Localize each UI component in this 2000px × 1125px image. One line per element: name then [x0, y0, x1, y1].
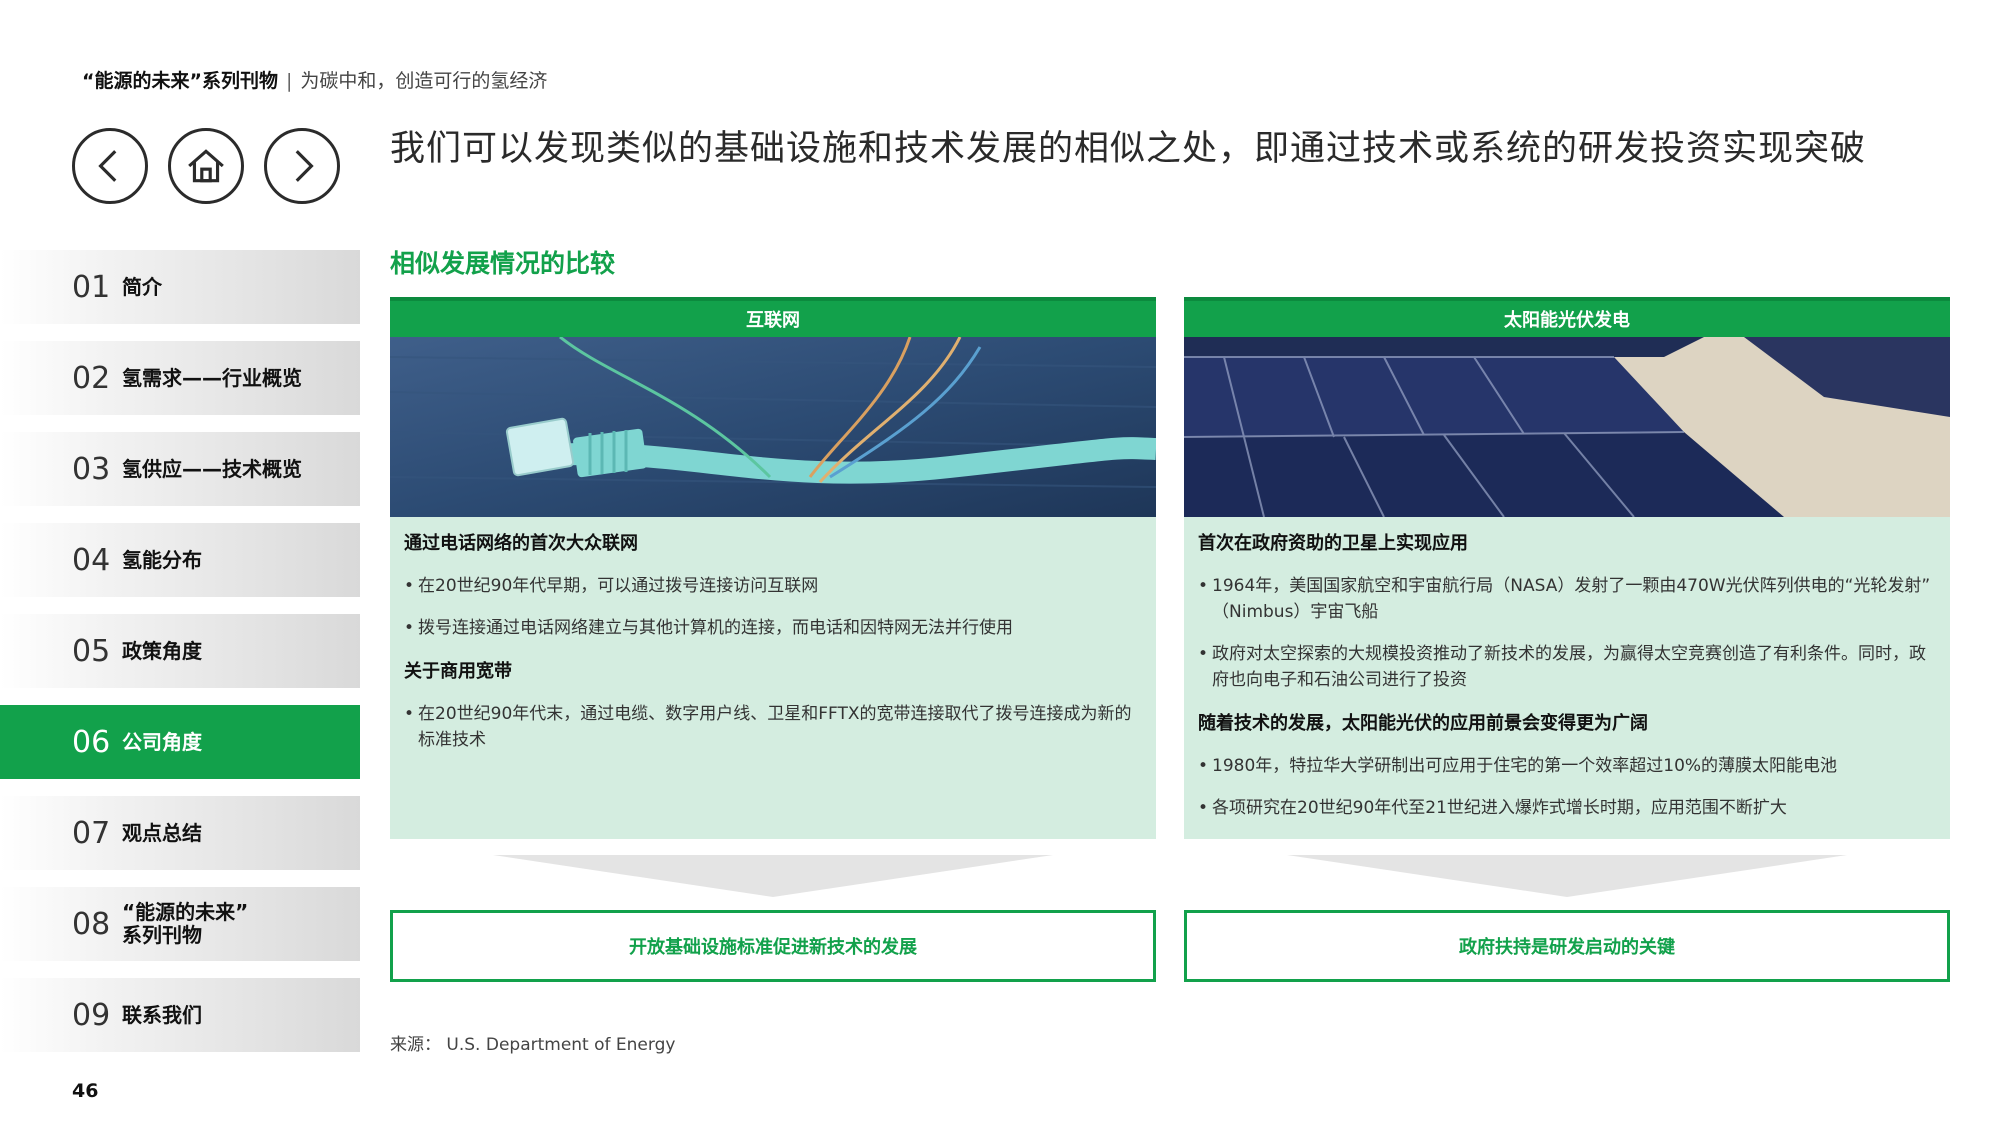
- back-button[interactable]: [72, 128, 148, 204]
- comparison-column-internet: 互联网 通过电话网络的首次大众联网 • 在20世纪90年代早期，可以通过拨号连接…: [390, 297, 1156, 839]
- sidebar-item-label: 氢需求——行业概览: [122, 365, 302, 390]
- sidebar-item-label: 简介: [122, 274, 162, 299]
- sidebar-item-intro[interactable]: 01 简介: [0, 250, 360, 324]
- sidebar-item-number: 09: [72, 997, 111, 1033]
- sidebar-item-demand[interactable]: 02 氢需求——行业概览: [0, 341, 360, 415]
- down-arrow-shape: [1287, 855, 1847, 897]
- sidebar-item-label: 联系我们: [122, 1002, 202, 1027]
- conclusion-box: 开放基础设施标准促进新技术的发展: [390, 910, 1156, 982]
- list-item: 各项研究在20世纪90年代至21世纪进入爆炸式增长时期，应用范围不断扩大: [1198, 795, 1936, 821]
- comparison-column-solar: 太阳能光伏发电 首次在政府资助的卫星上实现应用 1964年，美国国家航空和宇宙航…: [1184, 297, 1950, 839]
- column-title: 互联网: [390, 297, 1156, 337]
- sidebar-item-number: 03: [72, 451, 111, 487]
- sidebar-item-number: 08: [72, 906, 111, 942]
- sidebar-item-label-line2: 系列刊物: [122, 923, 202, 947]
- sidebar-item-number: 06: [72, 724, 111, 760]
- column-body: 通过电话网络的首次大众联网 在20世纪90年代早期，可以通过拨号连接访问互联网 …: [390, 517, 1156, 839]
- sidebar-item-label: 政策角度: [122, 638, 202, 663]
- list-item: 1980年，特拉华大学研制出可应用于住宅的第一个效率超过10%的薄膜太阳能电池: [1198, 753, 1936, 779]
- sidebar-item-number: 02: [72, 360, 111, 396]
- series-name: “能源的未来”系列刊物: [82, 70, 278, 92]
- sidebar-item-label: 氢能分布: [122, 547, 202, 572]
- sidebar-item-number: 01: [72, 269, 111, 305]
- title-separator: |: [285, 70, 293, 92]
- series-subtitle: 为碳中和，创造可行的氢经济: [300, 70, 548, 92]
- down-arrow-shape: [493, 855, 1053, 897]
- sidebar-item-company[interactable]: 06 公司角度: [0, 705, 360, 779]
- home-button[interactable]: [168, 128, 244, 204]
- list-item: 政府对太空探索的大规模投资推动了新技术的发展，为赢得太空竞赛创造了有利条件。同时…: [1198, 641, 1936, 693]
- sidebar-item-label: 公司角度: [122, 729, 202, 754]
- list-item: 在20世纪90年代末，通过电缆、数字用户线、卫星和FFTX的宽带连接取代了拨号连…: [404, 701, 1142, 753]
- sidebar-item-summary[interactable]: 07 观点总结: [0, 796, 360, 870]
- ethernet-cable-photo: [390, 337, 1156, 517]
- column-heading: 通过电话网络的首次大众联网: [404, 533, 638, 554]
- sidebar-item-number: 07: [72, 815, 111, 851]
- sidebar-item-supply[interactable]: 03 氢供应——技术概览: [0, 432, 360, 506]
- column-heading: 关于商用宽带: [404, 661, 512, 682]
- sidebar-item-label-line1: “能源的未来”: [122, 900, 249, 924]
- sidebar-item-number: 04: [72, 542, 111, 578]
- source-note: 来源： U.S. Department of Energy: [390, 1035, 676, 1055]
- column-title: 太阳能光伏发电: [1184, 297, 1950, 337]
- sidebar-item-policy[interactable]: 05 政策角度: [0, 614, 360, 688]
- chevron-left-icon: [98, 150, 117, 182]
- sidebar-item-label: “能源的未来” 系列刊物: [122, 901, 248, 947]
- list-item: 1964年，美国国家航空和宇宙航行局（NASA）发射了一颗由470W光伏阵列供电…: [1198, 573, 1936, 625]
- column-body: 首次在政府资助的卫星上实现应用 1964年，美国国家航空和宇宙航行局（NASA）…: [1184, 517, 1950, 839]
- column-heading: 随着技术的发展，太阳能光伏的应用前景会变得更为广阔: [1198, 713, 1648, 734]
- sidebar-item-distribution[interactable]: 04 氢能分布: [0, 523, 360, 597]
- list-item: 在20世纪90年代早期，可以通过拨号连接访问互联网: [404, 573, 1142, 599]
- solar-panels-photo: [1184, 337, 1950, 517]
- sidebar-item-number: 05: [72, 633, 111, 669]
- chevron-right-icon: [295, 150, 314, 182]
- conclusion-box: 政府扶持是研发启动的关键: [1184, 910, 1950, 982]
- home-icon: [188, 149, 224, 183]
- list-item: 拨号连接通过电话网络建立与其他计算机的连接，而电话和因特网无法并行使用: [404, 615, 1142, 641]
- forward-button[interactable]: [264, 128, 340, 204]
- sidebar-item-label: 氢供应——技术概览: [122, 456, 302, 481]
- series-title: “能源的未来”系列刊物 | 为碳中和，创造可行的氢经济: [82, 66, 547, 93]
- sidebar-item-series[interactable]: 08 “能源的未来” 系列刊物: [0, 887, 360, 961]
- section-title: 相似发展情况的比较: [390, 249, 616, 278]
- page-number: 46: [72, 1080, 99, 1102]
- column-heading: 首次在政府资助的卫星上实现应用: [1198, 533, 1468, 554]
- sidebar-item-label: 观点总结: [122, 820, 202, 845]
- page-headline: 我们可以发现类似的基础设施和技术发展的相似之处，即通过技术或系统的研发投资实现突…: [390, 129, 1867, 169]
- sidebar-item-contact[interactable]: 09 联系我们: [0, 978, 360, 1052]
